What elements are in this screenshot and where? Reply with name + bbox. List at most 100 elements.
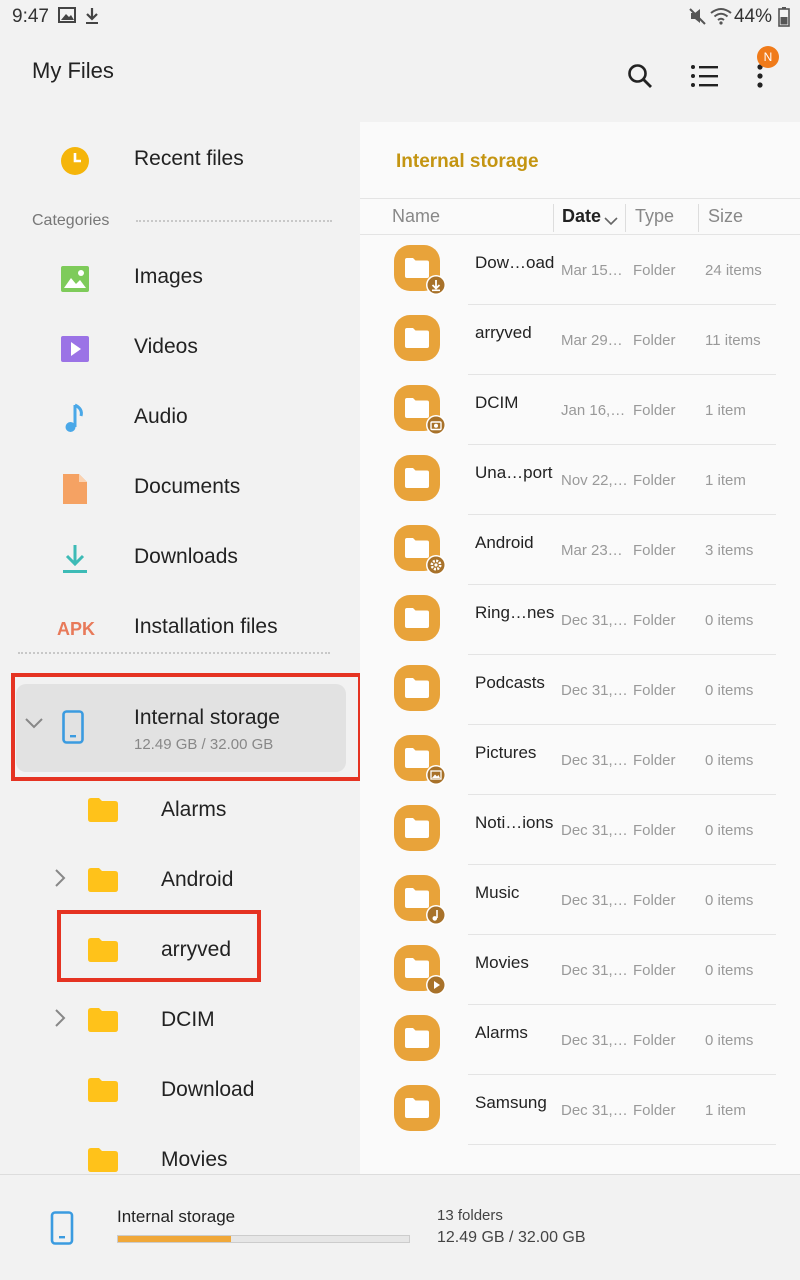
folder-icon xyxy=(88,868,118,897)
music-note-icon xyxy=(58,402,92,436)
file-type: Folder xyxy=(633,472,676,489)
divider xyxy=(18,652,330,654)
phone-icon xyxy=(50,1211,74,1250)
file-row[interactable]: Dow…oad Mar 15… Folder 24 items xyxy=(360,235,800,305)
file-name: Una…port xyxy=(475,463,553,482)
download-notification-icon xyxy=(84,7,100,30)
chevron-right-icon[interactable] xyxy=(54,868,66,893)
sidebar-item-audio[interactable]: Audio xyxy=(0,382,360,452)
storage-progress-bar xyxy=(117,1235,410,1243)
file-row[interactable]: Pictures Dec 31,… Folder 0 items xyxy=(360,725,800,795)
row-divider xyxy=(468,1144,776,1145)
sidebar-item-images[interactable]: Images xyxy=(0,242,360,312)
mute-icon xyxy=(688,7,708,30)
tree-item-label: Download xyxy=(161,1078,255,1101)
file-date: Dec 31,… xyxy=(561,822,628,839)
file-name: Alarms xyxy=(475,1023,528,1042)
file-date: Dec 31,… xyxy=(561,892,628,909)
sidebar-item-label: Downloads xyxy=(134,545,238,568)
file-row[interactable]: Samsung Dec 31,… Folder 1 item xyxy=(360,1075,800,1145)
folder-icon xyxy=(88,1008,118,1037)
list-view-button[interactable] xyxy=(682,54,726,98)
sidebar-item-recent-files[interactable]: Recent files xyxy=(0,124,360,194)
breadcrumb[interactable]: Internal storage xyxy=(396,151,539,173)
tree-item-movies[interactable]: Movies xyxy=(0,1124,360,1174)
file-row[interactable]: Ring…nes Dec 31,… Folder 0 items xyxy=(360,585,800,655)
search-button[interactable] xyxy=(618,54,662,98)
highlight-box xyxy=(11,673,360,781)
file-name: Pictures xyxy=(475,743,537,762)
file-type: Folder xyxy=(633,682,676,699)
sidebar-item-downloads[interactable]: Downloads xyxy=(0,522,360,592)
folder-icon xyxy=(394,805,448,862)
file-type: Folder xyxy=(633,752,676,769)
tree-item-label: Android xyxy=(161,868,234,891)
folder-icon xyxy=(88,1078,118,1107)
tree-item-android[interactable]: Android xyxy=(0,844,360,914)
file-size: 1 item xyxy=(705,1102,746,1119)
chevron-right-icon[interactable] xyxy=(54,1008,66,1033)
file-row[interactable]: DCIM Jan 16,… Folder 1 item xyxy=(360,375,800,445)
sidebar-item-documents[interactable]: Documents xyxy=(0,452,360,522)
file-size: 0 items xyxy=(705,682,754,699)
battery-icon xyxy=(778,7,790,32)
divider xyxy=(136,220,332,222)
folder-icon xyxy=(394,665,448,722)
file-type: Folder xyxy=(633,822,676,839)
tree-item-dcim[interactable]: DCIM xyxy=(0,984,360,1054)
status-time: 9:47 xyxy=(12,6,49,27)
file-size: 0 items xyxy=(705,892,754,909)
column-header-type[interactable]: Type xyxy=(635,206,674,227)
sidebar-item-videos[interactable]: Videos xyxy=(0,312,360,382)
tree-item-label: DCIM xyxy=(161,1008,215,1031)
storage-summary-bar[interactable]: Internal storage 13 folders 12.49 GB / 3… xyxy=(0,1174,800,1280)
file-date: Dec 31,… xyxy=(561,612,628,629)
file-type: Folder xyxy=(633,402,676,419)
column-header-date[interactable]: Date xyxy=(562,206,601,227)
file-date: Dec 31,… xyxy=(561,962,628,979)
file-date: Dec 31,… xyxy=(561,752,628,769)
file-name: Noti…ions xyxy=(475,813,554,832)
tree-item-download[interactable]: Download xyxy=(0,1054,360,1124)
column-header-size[interactable]: Size xyxy=(708,206,743,227)
file-row[interactable]: Movies Dec 31,… Folder 0 items xyxy=(360,935,800,1005)
file-name: Music xyxy=(475,883,520,902)
gallery-notification-icon xyxy=(58,7,76,28)
file-row[interactable]: Podcasts Dec 31,… Folder 0 items xyxy=(360,655,800,725)
file-size: 0 items xyxy=(705,1032,754,1049)
file-type: Folder xyxy=(633,332,676,349)
sidebar-item-label: Images xyxy=(134,265,203,288)
column-header-name[interactable]: Name xyxy=(392,206,440,227)
tree-item-label: Movies xyxy=(161,1148,228,1171)
file-date: Dec 31,… xyxy=(561,1032,628,1049)
sort-chevron-down-icon[interactable] xyxy=(604,213,618,231)
column-separator xyxy=(698,204,699,232)
folder-icon xyxy=(394,945,448,1002)
file-size: 11 items xyxy=(705,332,761,349)
file-type: Folder xyxy=(633,612,676,629)
categories-header: Categories xyxy=(32,212,110,229)
folder-icon xyxy=(394,1085,448,1142)
sidebar-item-label: Videos xyxy=(134,335,198,358)
folder-icon xyxy=(394,525,448,582)
file-row[interactable]: Noti…ions Dec 31,… Folder 0 items xyxy=(360,795,800,865)
folder-icon xyxy=(88,798,118,827)
tree-item-alarms[interactable]: Alarms xyxy=(0,774,360,844)
file-row[interactable]: Una…port Nov 22,… Folder 1 item xyxy=(360,445,800,515)
file-row[interactable]: Music Dec 31,… Folder 0 items xyxy=(360,865,800,935)
file-name: DCIM xyxy=(475,393,519,412)
file-name: arryved xyxy=(475,323,532,342)
storage-progress-fill xyxy=(118,1236,232,1242)
folder-icon xyxy=(394,595,448,652)
file-row[interactable]: arryved Mar 29… Folder 11 items xyxy=(360,305,800,375)
wifi-icon xyxy=(710,7,732,30)
file-row[interactable]: Alarms Dec 31,… Folder 0 items xyxy=(360,1005,800,1075)
file-name: Samsung xyxy=(475,1093,547,1112)
search-icon xyxy=(628,64,652,88)
tree-item-label: Alarms xyxy=(161,798,227,821)
file-type: Folder xyxy=(633,1032,676,1049)
file-type: Folder xyxy=(633,1102,676,1119)
file-date: Nov 22,… xyxy=(561,472,628,489)
file-row[interactable]: Android Mar 23… Folder 3 items xyxy=(360,515,800,585)
file-type: Folder xyxy=(633,892,676,909)
